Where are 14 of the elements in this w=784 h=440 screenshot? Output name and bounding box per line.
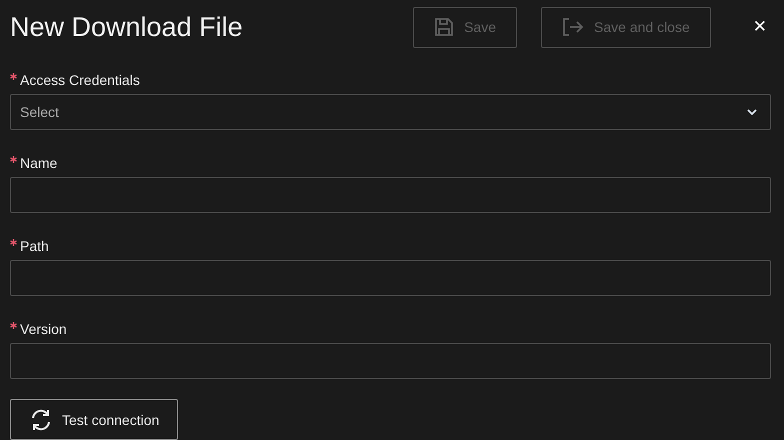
field-label: Version — [20, 321, 67, 337]
text-input-field[interactable] — [10, 260, 771, 296]
text-input-field[interactable] — [10, 177, 771, 213]
exit-arrow-icon — [562, 17, 584, 37]
text-input-field[interactable] — [10, 343, 771, 379]
chevron-down-icon — [747, 109, 757, 115]
field-label: Access Credentials — [20, 72, 140, 88]
window-title: New Download File — [10, 12, 243, 42]
refresh-icon — [29, 408, 53, 430]
field-label: Name — [20, 155, 58, 171]
select-dropdown[interactable]: Select — [10, 94, 771, 130]
close-button[interactable]: ✕ — [748, 17, 771, 37]
test-connection-button[interactable]: Test connection — [10, 399, 178, 440]
field-label: Path — [20, 238, 49, 254]
